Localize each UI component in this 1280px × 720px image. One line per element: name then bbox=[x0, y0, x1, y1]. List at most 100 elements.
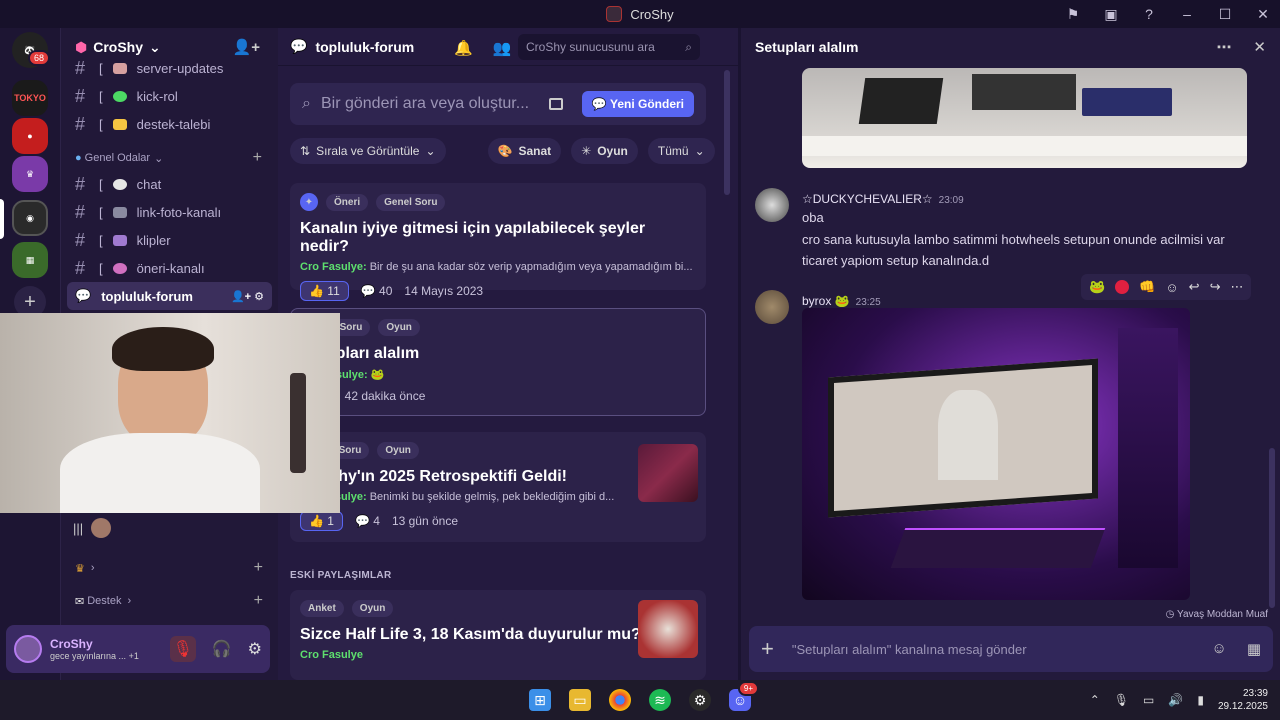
settings-icon[interactable]: 👤+ ⚙ bbox=[231, 290, 264, 303]
selected-indicator bbox=[0, 199, 4, 239]
message-author[interactable]: ☆DUCKYCHEVALIER☆ bbox=[802, 192, 933, 206]
category-genel-odalar[interactable]: ● Genel Odalar ⌄ + bbox=[61, 146, 278, 170]
add-channel-icon[interactable]: + bbox=[253, 149, 262, 167]
apps-icon[interactable]: ▦ bbox=[1247, 640, 1261, 658]
flag-icon[interactable]: ⚑ bbox=[1064, 6, 1082, 23]
minimize-button[interactable]: – bbox=[1178, 6, 1196, 22]
forum-post[interactable]: Anket Oyun Sizce Half Life 3, 18 Kasım'da… bbox=[290, 590, 706, 680]
add-channel-icon[interactable]: + bbox=[254, 592, 263, 610]
attach-button[interactable]: + bbox=[761, 636, 774, 662]
category-crown[interactable]: ♛ › + bbox=[61, 556, 278, 580]
bell-icon[interactable]: 🔔 bbox=[454, 39, 473, 57]
category-label: Destek bbox=[87, 595, 122, 607]
spotify-icon[interactable]: ≋ bbox=[649, 689, 671, 711]
server-icon-red[interactable]: ● bbox=[12, 118, 48, 154]
hash-icon: # bbox=[75, 173, 86, 194]
envelope-icon: ✉ bbox=[75, 595, 85, 608]
post-preview: Benimki bu şekilde gelmiş, pek beklediği… bbox=[369, 491, 615, 503]
search-icon: ⌕ bbox=[685, 39, 692, 54]
maximize-button[interactable]: ☐ bbox=[1216, 6, 1234, 23]
server-icon-folder[interactable]: ▦ bbox=[12, 242, 48, 278]
crown-icon: ♛ bbox=[75, 562, 85, 575]
setup-image-attachment[interactable] bbox=[802, 308, 1190, 600]
thread-scrollbar[interactable] bbox=[1269, 448, 1275, 608]
members-icon[interactable]: 👥 bbox=[493, 39, 512, 57]
image-icon[interactable] bbox=[548, 98, 563, 110]
setup-image-attachment[interactable] bbox=[802, 68, 1247, 168]
post-search-input[interactable]: ⌕ Bir gönderi ara veya oluştur... 💬 Yeni… bbox=[290, 83, 706, 125]
user-settings-button[interactable]: ⚙ bbox=[248, 639, 262, 659]
chevron-right-icon: › bbox=[127, 595, 132, 607]
user-avatar[interactable] bbox=[755, 188, 789, 222]
invite-icon[interactable]: 👤+ bbox=[233, 38, 260, 56]
help-icon[interactable]: ? bbox=[1140, 6, 1158, 22]
chrome-icon[interactable] bbox=[609, 689, 631, 711]
server-header[interactable]: ⬢ CroShy ⌄ 👤+ bbox=[61, 28, 278, 66]
like-reaction[interactable]: 👍 11 bbox=[300, 281, 349, 301]
like-reaction[interactable]: 👍 1 bbox=[300, 511, 343, 531]
windows-start-icon[interactable]: ⊞ bbox=[529, 689, 551, 711]
message-input[interactable]: + "Setupları alalım" kanalına mesaj gönd… bbox=[749, 626, 1273, 672]
mic-icon[interactable]: 🎙 bbox=[1114, 693, 1129, 707]
tag-sanat[interactable]: 🎨 Sanat bbox=[487, 138, 562, 164]
tag-all-dropdown[interactable]: Tümü ⌄ bbox=[647, 138, 715, 164]
steam-icon[interactable]: ⚙ bbox=[689, 689, 711, 711]
system-clock[interactable]: 23:39 29.12.2025 bbox=[1218, 687, 1268, 713]
hash-icon: # bbox=[75, 229, 86, 250]
clock-icon: ◷ bbox=[1165, 609, 1175, 620]
post-thumbnail[interactable] bbox=[638, 600, 698, 658]
message-line: ticaret yapiom setup kanalında.d bbox=[802, 253, 990, 268]
forum-header: 💬 topluluk-forum 🔔 👥 CroShy sunucusunu ara… bbox=[278, 28, 738, 66]
emoji-icon[interactable]: ☺ bbox=[1211, 640, 1226, 658]
voice-user-avatar[interactable] bbox=[91, 518, 112, 538]
globe-icon: ● bbox=[75, 152, 82, 164]
sort-dropdown[interactable]: ⇅ Sırala ve Görüntüle ⌄ bbox=[290, 138, 446, 164]
post-author: Cro Fasulye: bbox=[300, 261, 367, 273]
channel-topluluk-forum[interactable]: 💬 topluluk-forum 👤+ ⚙ bbox=[67, 282, 272, 310]
server-search-input[interactable]: CroShy sunucusunu ara ⌕ bbox=[518, 34, 700, 60]
close-icon[interactable]: ✕ bbox=[1253, 38, 1266, 56]
server-icon-croshy[interactable]: ◉ bbox=[12, 200, 48, 236]
battery-icon[interactable]: ▮ bbox=[1197, 693, 1204, 707]
forum-post[interactable]: ✦ Öneri Genel Soru Kanalın iyiye gitmesi i… bbox=[290, 183, 706, 301]
more-icon[interactable]: ⋯ bbox=[1216, 38, 1231, 56]
message-line: oba bbox=[802, 210, 824, 225]
file-explorer-icon[interactable]: ▭ bbox=[569, 689, 591, 711]
clock-date: 29.12.2025 bbox=[1217, 701, 1268, 712]
channel-oneri[interactable]: # [öneri-kanalı bbox=[61, 254, 278, 282]
server-icon-tokyo[interactable]: TOKYO bbox=[12, 80, 48, 116]
channel-link-foto[interactable]: # [link-foto-kanalı bbox=[61, 198, 278, 226]
tag-oyun[interactable]: ✳ Oyun bbox=[571, 138, 638, 164]
mute-mic-button[interactable]: 🎙 bbox=[169, 636, 196, 662]
message-ducky: ☆DUCKYCHEVALIER☆ 23:09 oba cro sana kutus… bbox=[755, 188, 1255, 268]
discord-icon[interactable]: ☺ 9+ bbox=[729, 681, 759, 711]
post-title: CroShy'ın 2025 Retrospektifi Geldi! bbox=[300, 468, 567, 485]
forum-post[interactable]: Genel SoruOyun Setupları alalım Cro Fasu… bbox=[290, 308, 706, 416]
close-window-button[interactable]: ✕ bbox=[1254, 6, 1272, 23]
user-avatar[interactable] bbox=[14, 635, 42, 663]
channel-klipler[interactable]: # [klipler bbox=[61, 226, 278, 254]
channel-destek-talebi[interactable]: # [destek-talebi bbox=[61, 110, 278, 138]
display-icon[interactable]: ▭ bbox=[1143, 693, 1154, 707]
channel-chat[interactable]: # [chat bbox=[61, 170, 278, 198]
category-destek[interactable]: ✉ Destek › + bbox=[61, 589, 278, 613]
channel-emoji-icon bbox=[112, 178, 127, 190]
forum-scrollbar[interactable] bbox=[724, 70, 730, 195]
chevron-up-icon[interactable]: ⌃ bbox=[1090, 693, 1100, 707]
new-post-button[interactable]: 💬 Yeni Gönderi bbox=[581, 91, 694, 117]
volume-icon[interactable]: 🔊 bbox=[1168, 693, 1183, 707]
message-author[interactable]: byrox bbox=[802, 294, 831, 308]
thread-panel: Setupları alalım ⋯ ✕ ☆DUCKYCHEVALIER☆ 23:0… bbox=[740, 28, 1280, 680]
post-tag: Anket bbox=[300, 600, 344, 617]
inbox-icon[interactable]: ▣ bbox=[1102, 6, 1120, 23]
server-icon-purple[interactable]: ♛ bbox=[12, 156, 48, 192]
forum-post[interactable]: Genel SoruOyun CroShy'ın 2025 Retrospekt… bbox=[290, 432, 706, 542]
channel-kick-rol[interactable]: # [kick-rol bbox=[61, 82, 278, 110]
forum-icon: 💬 bbox=[290, 38, 308, 54]
message-time: 23:25 bbox=[855, 297, 881, 308]
add-channel-icon[interactable]: + bbox=[254, 559, 263, 577]
post-thumbnail[interactable] bbox=[638, 444, 698, 502]
headset-button[interactable]: 🎧 bbox=[212, 639, 232, 659]
user-avatar[interactable] bbox=[755, 290, 789, 324]
discord-badge: 9+ bbox=[737, 681, 759, 696]
